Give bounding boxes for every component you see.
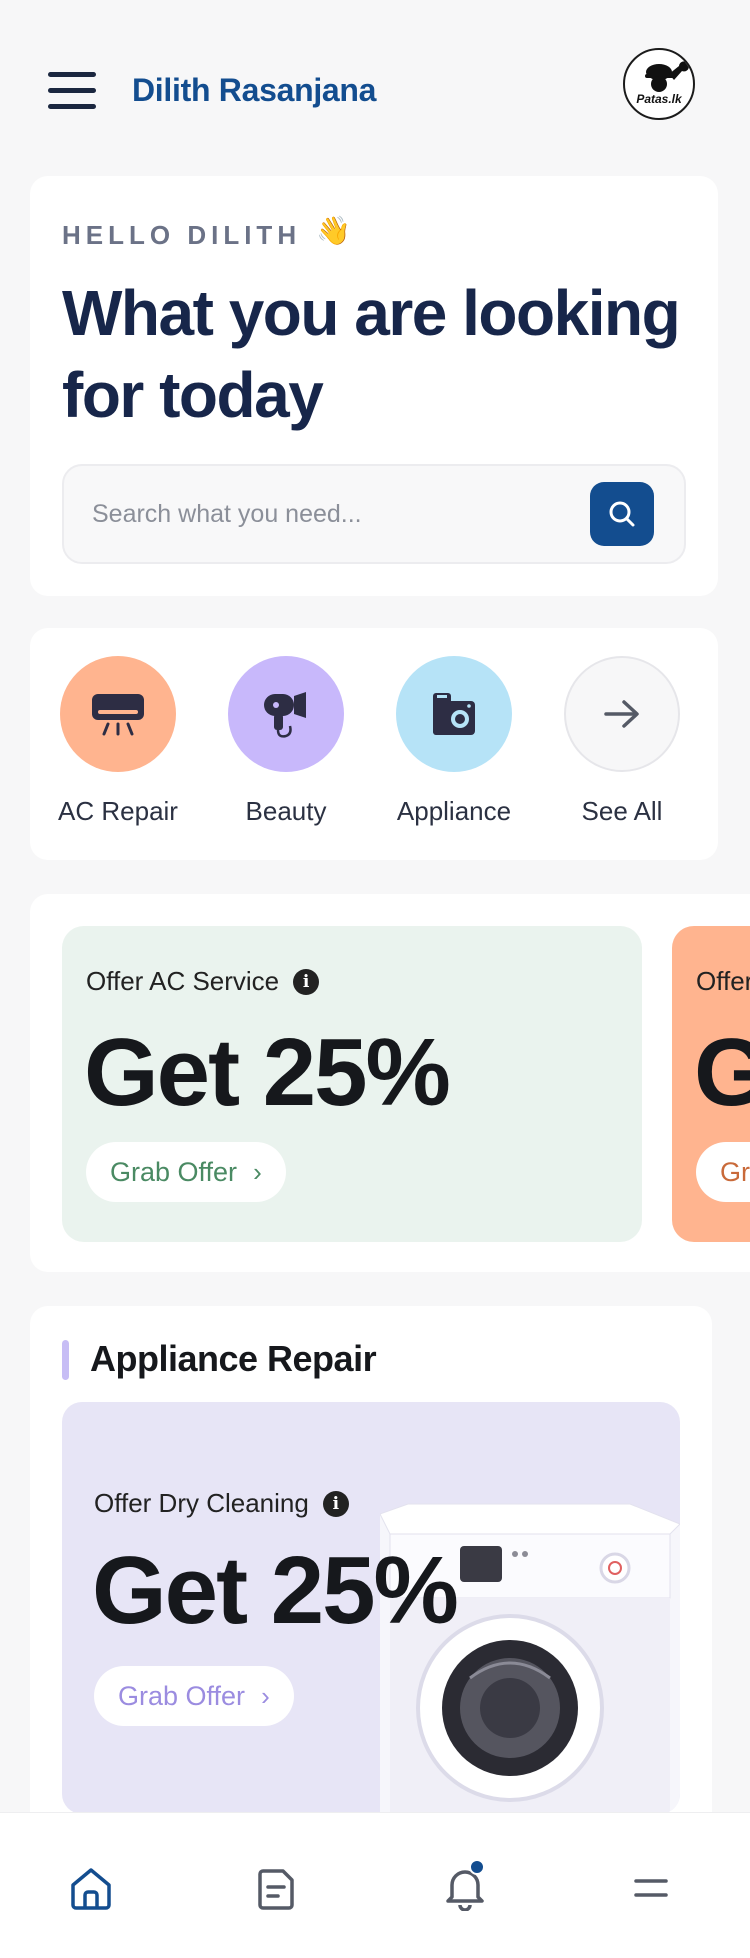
- nav-home[interactable]: [68, 1865, 116, 1913]
- offer-card[interactable]: Offer AC Service i Get 25% Grab Offer ›: [62, 926, 642, 1242]
- logo-text: Patas.lk: [636, 92, 682, 106]
- wave-emoji-icon: 👋: [316, 215, 351, 246]
- category-beauty[interactable]: Beauty: [226, 656, 346, 827]
- brand-logo[interactable]: Patas.lk: [623, 48, 695, 120]
- section-accent-bar: [62, 1340, 69, 1380]
- notification-dot: [469, 1859, 485, 1875]
- bottom-navigation: [0, 1812, 750, 1958]
- hero-card: HELLO DILITH 👋 What you are looking for …: [30, 176, 718, 596]
- chevron-right-icon: ›: [261, 1680, 270, 1711]
- offer-discount: Get 25%: [694, 1019, 750, 1126]
- page-title: What you are looking for today: [62, 277, 681, 431]
- nav-menu[interactable]: [628, 1865, 676, 1913]
- arrow-right-icon: [564, 656, 680, 772]
- chevron-right-icon: ›: [253, 1156, 262, 1187]
- grab-offer-button[interactable]: Grab Offer ›: [94, 1666, 294, 1726]
- search-input[interactable]: [92, 492, 572, 536]
- search-button[interactable]: [590, 482, 654, 546]
- nav-orders[interactable]: [254, 1865, 302, 1913]
- user-name[interactable]: Dilith Rasanjana: [132, 72, 376, 109]
- grab-offer-label: Grab Offer: [720, 1156, 750, 1187]
- appliance-repair-section: Appliance Repair Offer Dry Cleaning i Ge…: [30, 1306, 712, 1866]
- grab-offer-label: Grab Offer: [110, 1156, 238, 1187]
- appliance-offer-card[interactable]: Offer Dry Cleaning i Get 25% Grab Offer …: [62, 1402, 680, 1814]
- category-label: AC Repair: [58, 796, 178, 826]
- offer-title: Offer Dry Cleaning i: [94, 1488, 349, 1519]
- handyman-logo-icon: [645, 61, 689, 92]
- menu-icon: [634, 1879, 668, 1897]
- search-bar: [62, 464, 686, 564]
- offer-card[interactable]: Offer Get 25% Grab Offer: [672, 926, 750, 1242]
- offer-discount: Get 25%: [84, 1019, 451, 1126]
- info-icon[interactable]: i: [293, 968, 320, 995]
- offer-discount: Get 25%: [92, 1537, 459, 1644]
- search-icon: [609, 501, 635, 527]
- nav-notifications[interactable]: [442, 1859, 490, 1913]
- offer-title-text: Offer AC Service: [86, 966, 280, 996]
- section-title: Appliance Repair: [90, 1338, 377, 1379]
- washing-machine-icon: [396, 656, 512, 772]
- hair-dryer-icon: [228, 656, 344, 772]
- grab-offer-button[interactable]: Grab Offer: [696, 1142, 750, 1202]
- grab-offer-button[interactable]: Grab Offer ›: [86, 1142, 286, 1202]
- offer-title: Offer: [696, 966, 750, 997]
- menu-icon[interactable]: [48, 72, 96, 116]
- ac-unit-icon: [60, 656, 176, 772]
- category-label: Beauty: [245, 796, 327, 826]
- category-ac-repair[interactable]: AC Repair: [58, 656, 178, 827]
- category-see-all[interactable]: See All: [562, 656, 682, 827]
- offer-title-text: Offer Dry Cleaning: [94, 1488, 309, 1518]
- category-appliance[interactable]: Appliance: [394, 656, 514, 827]
- category-label: See All: [581, 796, 663, 826]
- offer-title: Offer AC Service i: [86, 966, 320, 997]
- categories-card: AC Repair Beauty Appliance See All: [30, 628, 718, 860]
- greeting: HELLO DILITH: [62, 220, 302, 250]
- offer-title-text: Offer: [696, 966, 750, 996]
- offers-carousel[interactable]: Offer AC Service i Get 25% Grab Offer › …: [30, 894, 750, 1272]
- grab-offer-label: Grab Offer: [118, 1680, 246, 1711]
- home-icon: [71, 1868, 111, 1910]
- info-icon[interactable]: i: [322, 1490, 349, 1517]
- document-icon: [258, 1869, 294, 1910]
- category-label: Appliance: [396, 796, 512, 826]
- app-header: Dilith Rasanjana Patas.lk: [0, 0, 750, 180]
